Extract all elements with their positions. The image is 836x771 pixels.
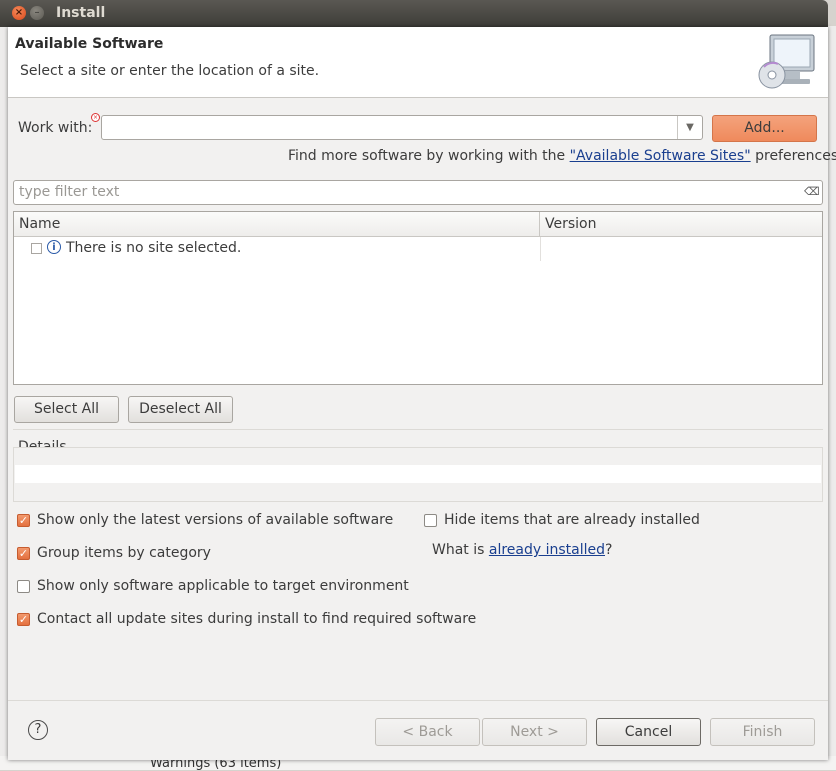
work-with-combo[interactable]: ▼ bbox=[101, 115, 703, 140]
background-app-left bbox=[0, 26, 8, 770]
filter-input[interactable]: type filter text ⌫ bbox=[13, 180, 823, 205]
help-icon[interactable]: ? bbox=[28, 720, 48, 740]
contact-all-sites-label[interactable]: Contact all update sites during install … bbox=[37, 611, 476, 627]
what-is-prefix: What is bbox=[432, 542, 489, 558]
show-latest-label[interactable]: Show only the latest versions of availab… bbox=[37, 512, 393, 528]
what-is-installed-text: What is already installed? bbox=[432, 542, 612, 558]
row-checkbox[interactable] bbox=[31, 243, 42, 254]
already-installed-link[interactable]: already installed bbox=[489, 542, 605, 558]
background-app-right bbox=[828, 26, 836, 770]
info-icon: i bbox=[47, 240, 61, 254]
finish-button[interactable]: Finish bbox=[710, 718, 815, 746]
page-description: Select a site or enter the location of a… bbox=[20, 63, 320, 79]
work-with-label: Work with: bbox=[18, 120, 93, 136]
show-applicable-checkbox[interactable] bbox=[17, 580, 30, 593]
back-button[interactable]: < Back bbox=[375, 718, 480, 746]
required-field-icon: × bbox=[91, 113, 100, 122]
details-separator bbox=[13, 429, 823, 430]
hide-installed-checkbox[interactable] bbox=[424, 514, 437, 527]
dialog-header: Available Software Select a site or ente… bbox=[8, 27, 828, 98]
column-header-name[interactable]: Name bbox=[14, 212, 540, 237]
show-applicable-label[interactable]: Show only software applicable to target … bbox=[37, 578, 409, 594]
what-is-suffix: ? bbox=[605, 542, 613, 558]
show-latest-checkbox[interactable]: ✓ bbox=[17, 514, 30, 527]
filter-placeholder: type filter text bbox=[19, 184, 120, 200]
clear-filter-icon[interactable]: ⌫ bbox=[804, 185, 820, 199]
table-row[interactable]: i There is no site selected. bbox=[14, 237, 822, 261]
row-name: There is no site selected. bbox=[66, 240, 242, 256]
install-dialog: Available Software Select a site or ente… bbox=[8, 27, 836, 760]
more-software-text: Find more software by working with the "… bbox=[288, 148, 836, 164]
available-software-sites-link[interactable]: "Available Software Sites" bbox=[570, 148, 751, 164]
more-software-suffix: preferences. bbox=[750, 148, 836, 164]
hide-installed-label[interactable]: Hide items that are already installed bbox=[444, 512, 700, 528]
footer-separator bbox=[8, 700, 828, 701]
more-software-prefix: Find more software by working with the bbox=[288, 148, 570, 164]
group-by-category-checkbox[interactable]: ✓ bbox=[17, 547, 30, 560]
details-text-area bbox=[15, 465, 821, 483]
chevron-down-icon[interactable]: ▼ bbox=[677, 116, 702, 139]
page-title: Available Software bbox=[15, 36, 164, 52]
next-button[interactable]: Next > bbox=[482, 718, 587, 746]
contact-all-sites-checkbox[interactable]: ✓ bbox=[17, 613, 30, 626]
select-all-button[interactable]: Select All bbox=[14, 396, 119, 423]
column-header-version[interactable]: Version bbox=[540, 212, 822, 237]
group-by-category-label[interactable]: Group items by category bbox=[37, 545, 211, 561]
monitor-cd-icon bbox=[756, 31, 820, 93]
add-site-button[interactable]: Add... bbox=[712, 115, 817, 142]
details-panel bbox=[13, 447, 823, 502]
deselect-all-button[interactable]: Deselect All bbox=[128, 396, 233, 423]
software-table: Name Version i There is no site selected… bbox=[13, 211, 823, 385]
cancel-button[interactable]: Cancel bbox=[596, 718, 701, 746]
column-divider bbox=[540, 237, 541, 261]
